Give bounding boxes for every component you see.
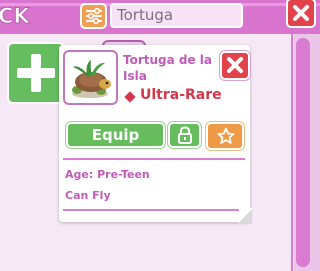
rarity-label: Ultra-Rare (140, 87, 222, 103)
filter-button[interactable] (80, 3, 107, 29)
pet-ability: Can Fly (65, 189, 111, 202)
equip-button[interactable]: Equip (66, 122, 165, 148)
panel-border (291, 34, 293, 271)
pet-thumbnail (63, 50, 118, 105)
add-pet-button[interactable] (7, 42, 65, 104)
sliders-icon (86, 7, 102, 25)
scrollbar-thumb[interactable] (296, 38, 310, 267)
turtle-pet-icon (72, 60, 111, 98)
close-icon (227, 57, 243, 73)
pet-age: Age: Pre-Teen (65, 168, 150, 181)
close-inventory-button[interactable] (286, 0, 316, 28)
padlock-icon (178, 126, 192, 144)
card-page-curl (238, 208, 252, 224)
divider (63, 158, 245, 160)
star-icon (217, 127, 235, 144)
close-icon (293, 5, 309, 21)
search-input[interactable]: Tortuga (110, 3, 243, 28)
lock-button[interactable] (168, 122, 201, 148)
favorite-button[interactable] (206, 122, 244, 150)
pet-name: Tortuga de la Isla (123, 53, 213, 83)
divider (63, 209, 239, 211)
close-popup-button[interactable] (220, 51, 250, 80)
inventory-title: CK (0, 4, 30, 29)
